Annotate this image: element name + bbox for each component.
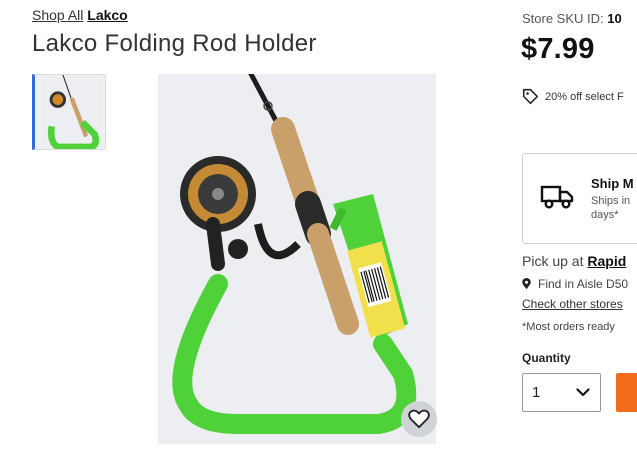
add-to-cart-button[interactable] xyxy=(616,373,637,412)
shop-all-link[interactable]: Shop All xyxy=(32,7,83,23)
truck-icon xyxy=(540,185,574,209)
ship-subtitle: Ships in days* xyxy=(591,195,631,221)
favorite-button[interactable] xyxy=(401,401,437,437)
product-title: Lakco Folding Rod Holder xyxy=(32,30,317,57)
thumbnail-image[interactable] xyxy=(32,74,106,150)
pickup-store-link[interactable]: Rapid xyxy=(587,253,626,269)
aisle-text: Find in Aisle D50 xyxy=(538,277,629,291)
brand-link[interactable]: Lakco xyxy=(87,7,127,23)
thumbnail-picture xyxy=(43,75,101,149)
heart-icon xyxy=(408,409,430,429)
tag-icon xyxy=(522,88,539,105)
ship-title: Ship M xyxy=(591,176,634,191)
chevron-down-icon xyxy=(576,388,590,397)
main-product-image[interactable] xyxy=(158,74,436,444)
breadcrumb[interactable]: Shop All Lakco xyxy=(32,7,128,23)
sku-label: Store SKU ID: xyxy=(522,11,604,26)
product-price: $7.99 xyxy=(521,33,595,65)
promo-text: 20% off select F xyxy=(545,90,624,103)
orders-ready-note: *Most orders ready xyxy=(522,321,615,333)
aisle-location: Find in Aisle D50 xyxy=(522,277,628,291)
quantity-label: Quantity xyxy=(522,351,571,365)
ship-option-card[interactable]: Ship M Ships in days* xyxy=(522,153,637,244)
sku-value: 10 xyxy=(607,11,622,26)
quantity-value: 1 xyxy=(532,384,541,401)
pickup-prefix: Pick up at xyxy=(522,253,584,269)
product-picture xyxy=(158,74,436,444)
pickup-info: Pick up at Rapid xyxy=(522,253,626,269)
location-pin-icon xyxy=(522,278,531,290)
check-other-stores-link[interactable]: Check other stores xyxy=(522,297,623,311)
promo-banner[interactable]: 20% off select F xyxy=(522,88,624,105)
store-sku: Store SKU ID: 10 xyxy=(522,11,622,26)
quantity-select[interactable]: 1 xyxy=(522,373,601,412)
